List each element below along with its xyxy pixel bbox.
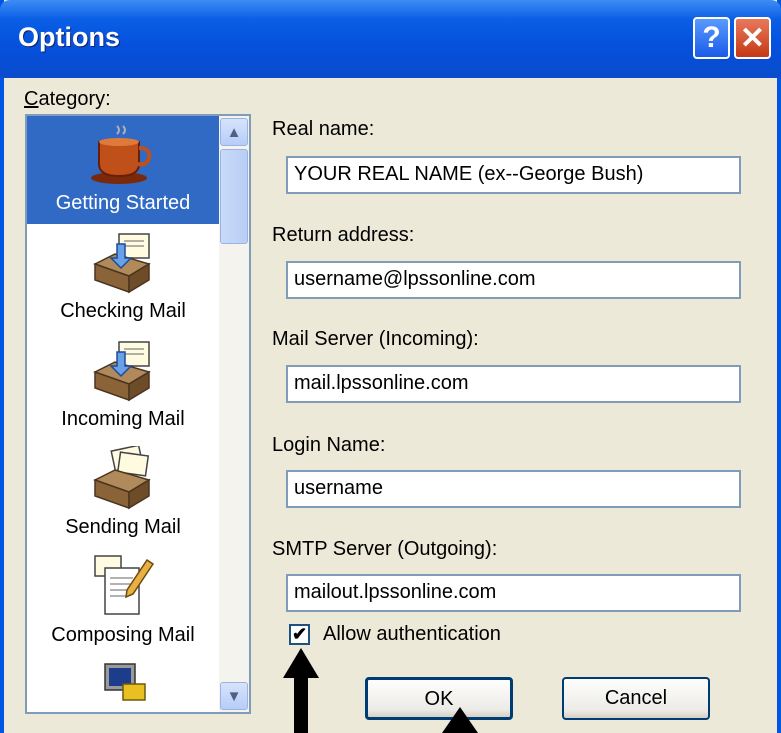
allow-authentication-checkbox[interactable]: ✔	[289, 624, 310, 645]
options-dialog: Options ? ✕ Category: Getting Started Ch…	[0, 0, 781, 733]
category-item-label: Checking Mail	[60, 300, 186, 322]
window-title: Options	[18, 22, 120, 52]
help-icon: ?	[702, 21, 721, 54]
coffee-cup-icon	[91, 125, 152, 184]
chevron-down-icon: ▼	[226, 687, 242, 705]
category-list[interactable]: Getting Started Checking Mail Incoming M…	[25, 114, 251, 714]
category-item-network[interactable]	[27, 656, 219, 712]
cancel-button[interactable]: Cancel	[562, 677, 710, 720]
scroll-up-button[interactable]: ▲	[220, 118, 248, 146]
ok-button[interactable]: OK	[365, 677, 513, 720]
close-icon: ✕	[739, 21, 766, 55]
mailbox-check-icon	[93, 233, 151, 294]
category-item-label: Sending Mail	[65, 516, 181, 538]
category-item-label: Incoming Mail	[61, 408, 185, 430]
category-item-label: Composing Mail	[51, 624, 195, 646]
smtp-server-label: SMTP Server (Outgoing):	[272, 538, 498, 560]
category-label-rest: ategory:	[38, 88, 111, 110]
category-item-incoming-mail[interactable]: Incoming Mail	[27, 332, 219, 440]
category-scrollbar[interactable]: ▲ ▼	[219, 116, 249, 712]
checkmark-icon: ✔	[291, 624, 308, 644]
compose-document-icon	[94, 555, 155, 615]
help-button[interactable]: ?	[693, 17, 730, 59]
smtp-server-field[interactable]: mailout.lpssonline.com	[286, 574, 741, 612]
mail-server-field[interactable]: mail.lpssonline.com	[286, 365, 741, 403]
chevron-up-icon: ▲	[226, 123, 242, 141]
return-address-field[interactable]: username@lpssonline.com	[286, 261, 741, 299]
title-bar[interactable]: Options ? ✕	[0, 0, 781, 78]
category-item-checking-mail[interactable]: Checking Mail	[27, 224, 219, 332]
annotation-arrow-icon	[442, 707, 478, 733]
real-name-label: Real name:	[272, 118, 375, 140]
category-item-sending-mail[interactable]: Sending Mail	[27, 440, 219, 548]
real-name-field[interactable]: YOUR REAL NAME (ex--George Bush)	[286, 156, 741, 194]
category-item-label: Getting Started	[55, 192, 191, 214]
annotation-arrow-icon	[283, 648, 319, 733]
scroll-thumb[interactable]	[220, 149, 248, 244]
category-item-composing-mail[interactable]: Composing Mail	[27, 548, 219, 656]
category-label: Category:	[24, 88, 111, 111]
scroll-down-button[interactable]: ▼	[220, 682, 248, 710]
category-item-getting-started[interactable]: Getting Started	[27, 116, 219, 224]
mailbox-incoming-icon	[93, 341, 151, 402]
return-address-label: Return address:	[272, 224, 415, 246]
login-name-label: Login Name:	[272, 434, 386, 456]
allow-authentication-label: Allow authentication	[323, 623, 501, 645]
category-label-mnemonic: C	[24, 88, 39, 110]
mailbox-sending-icon	[93, 446, 151, 510]
login-name-field[interactable]: username	[286, 470, 741, 508]
mail-server-label: Mail Server (Incoming):	[272, 328, 479, 350]
computer-icon	[104, 663, 146, 701]
close-button[interactable]: ✕	[734, 17, 771, 59]
